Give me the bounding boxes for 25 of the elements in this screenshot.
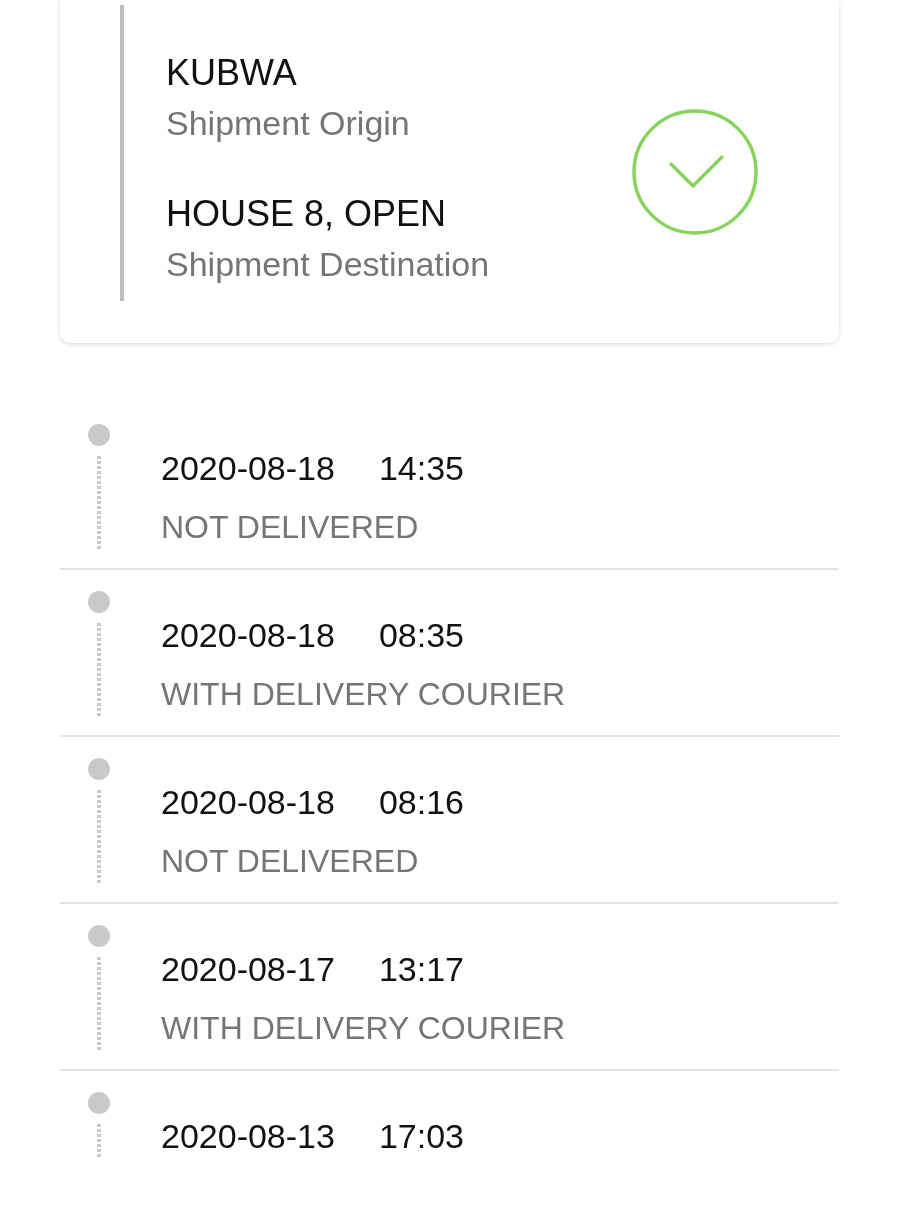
event-time: 17:03 [378,1116,464,1157]
timeline-dot-icon [88,591,110,613]
event-time: 13:17 [378,949,464,990]
event-date: 2020-08-18 [161,615,335,656]
event-date: 2020-08-13 [161,1116,335,1157]
origin-label: Shipment Origin [166,103,411,144]
timeline-dot-icon [88,1092,110,1114]
destination-name: HOUSE 8, OPEN [166,192,448,236]
timeline-dot-icon [88,925,110,947]
timeline-dot-icon [88,758,110,780]
event-status: NOT DELIVERED [161,842,420,881]
event-date: 2020-08-17 [161,949,335,990]
event-date: 2020-08-18 [161,782,335,823]
event-time: 14:35 [378,448,464,489]
check-circle-icon [632,108,758,235]
timeline-connector [97,1124,101,1159]
origin-name: KUBWA [166,51,298,95]
event-time: 08:16 [378,782,464,823]
destination-label: Shipment Destination [166,244,490,285]
event-date: 2020-08-18 [161,448,335,489]
timeline-dot-icon [88,424,110,446]
event-status: WITH DELIVERY COURIER [161,1009,566,1048]
event-status: WITH DELIVERY COURIER [161,675,566,714]
event-time: 08:35 [378,615,464,656]
event-status: NOT DELIVERED [161,508,420,547]
